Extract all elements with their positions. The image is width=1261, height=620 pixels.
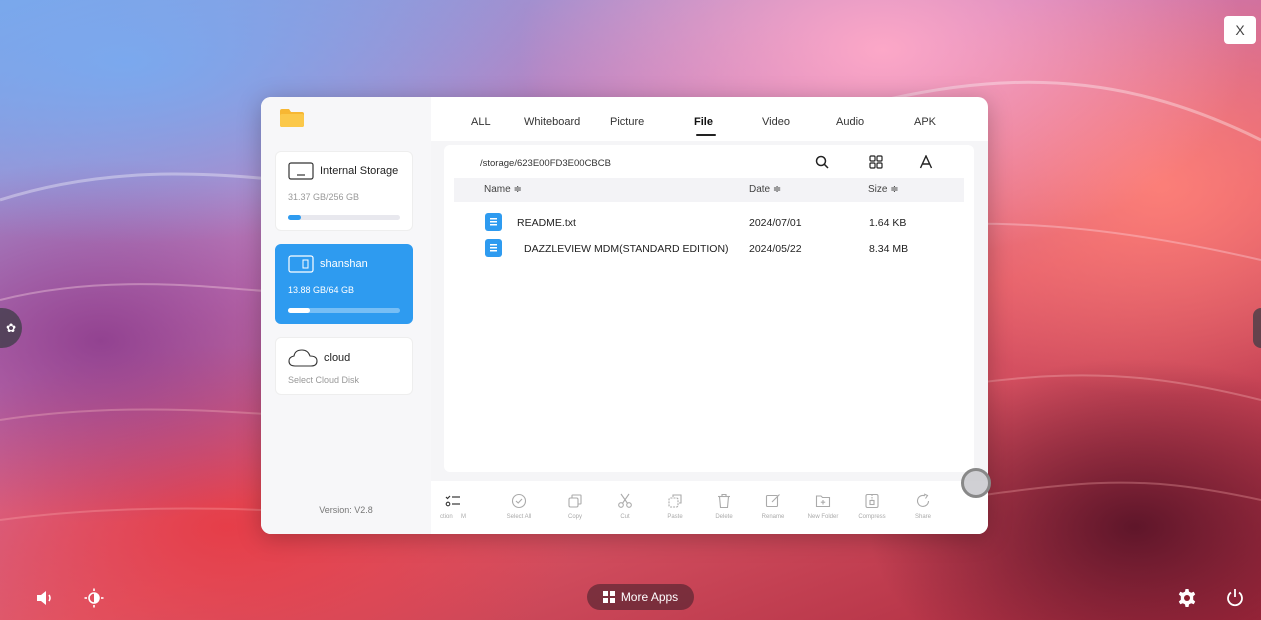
paste-label: Paste xyxy=(667,514,683,520)
rename-label: Rename xyxy=(761,514,785,520)
column-size[interactable]: Size ≑ xyxy=(868,184,899,195)
paste-icon xyxy=(668,494,682,508)
storage-card-usb[interactable]: shanshan 13.88 GB/64 GB xyxy=(275,244,413,324)
checklist-icon xyxy=(445,495,460,507)
share-icon xyxy=(916,493,930,507)
multi-select-label: ction xyxy=(439,514,453,520)
file-date: 2024/07/01 xyxy=(749,217,802,229)
view-grid-icon xyxy=(869,155,883,169)
multi-select-label-2: M xyxy=(461,514,467,520)
tab-all[interactable]: ALL xyxy=(471,116,491,128)
storage-card-internal[interactable]: Internal Storage 31.37 GB/256 GB xyxy=(275,151,413,231)
category-tabs: ALL Whiteboard Picture File Video Audio … xyxy=(431,97,988,141)
edit-icon xyxy=(765,494,780,508)
new-folder-label: New Folder xyxy=(807,514,839,520)
cut-label: Cut xyxy=(620,514,630,520)
gear-icon: ✿ xyxy=(5,321,17,335)
storage-usage: Select Cloud Disk xyxy=(288,375,360,385)
file-list-panel: /storage/623E00FD3E00CBCB Name ≑ Date ≑ … xyxy=(444,145,974,472)
search-button[interactable] xyxy=(811,151,833,173)
file-row[interactable]: DAZZLEVIEW MDM(STANDARD EDITION) 2024/05… xyxy=(454,237,964,261)
usb-drive-icon xyxy=(288,255,314,273)
scissors-icon xyxy=(618,493,632,508)
file-size: 8.34 MB xyxy=(869,243,909,255)
close-button[interactable]: X xyxy=(1224,16,1256,44)
check-circle-icon xyxy=(511,493,527,509)
document-icon xyxy=(485,239,502,257)
bottom-action-toolbar: ction M Select All Copy Cut Paste Delete… xyxy=(431,481,988,534)
storage-name: Internal Storage xyxy=(320,165,399,177)
font-icon xyxy=(919,155,933,169)
more-apps-button[interactable]: More Apps xyxy=(587,584,694,610)
speaker-icon[interactable] xyxy=(35,588,55,608)
storage-progress-bar xyxy=(288,215,400,220)
tab-file[interactable]: File xyxy=(694,116,713,128)
delete-button[interactable]: Delete xyxy=(702,493,746,520)
sort-button[interactable] xyxy=(915,151,937,173)
select-all-label: Select All xyxy=(506,514,532,520)
right-side-toolbar-handle[interactable] xyxy=(1253,308,1261,348)
cloud-icon xyxy=(288,349,318,367)
file-table-header: Name ≑ Date ≑ Size ≑ xyxy=(454,178,964,202)
file-size: 1.64 KB xyxy=(869,217,907,229)
more-apps-label: More Apps xyxy=(620,590,679,604)
column-date[interactable]: Date ≑ xyxy=(749,184,781,195)
document-icon xyxy=(485,213,502,231)
rename-button[interactable]: Rename xyxy=(751,493,795,520)
compress-button[interactable]: Compress xyxy=(850,493,894,520)
paste-button[interactable]: Paste xyxy=(653,493,697,520)
tab-video[interactable]: Video xyxy=(762,116,790,128)
copy-button[interactable]: Copy xyxy=(553,493,597,520)
folder-icon xyxy=(280,109,304,127)
current-path: /storage/623E00FD3E00CBCB xyxy=(480,158,611,169)
storage-usage: 13.88 GB/64 GB xyxy=(288,285,355,295)
storage-usage: 31.37 GB/256 GB xyxy=(288,192,360,202)
share-button[interactable]: Share xyxy=(901,493,945,520)
drive-icon xyxy=(288,162,314,180)
storage-sidebar: Internal Storage 31.37 GB/256 GB shansha… xyxy=(261,97,431,534)
tab-audio[interactable]: Audio xyxy=(836,116,864,128)
multi-select-button[interactable]: ction M xyxy=(431,493,475,520)
tab-picture[interactable]: Picture xyxy=(610,116,644,128)
new-folder-icon xyxy=(815,495,831,508)
file-name: README.txt xyxy=(517,217,576,229)
storage-card-cloud[interactable]: cloud Select Cloud Disk xyxy=(275,337,413,395)
floating-assistive-ball[interactable] xyxy=(961,468,991,498)
tab-apk[interactable]: APK xyxy=(914,116,936,128)
copy-label: Copy xyxy=(567,514,582,520)
power-icon[interactable] xyxy=(1225,588,1245,608)
active-tab-indicator xyxy=(696,134,716,136)
file-manager-window: Internal Storage 31.37 GB/256 GB shansha… xyxy=(261,97,988,534)
storage-name: cloud xyxy=(324,352,351,364)
view-mode-button[interactable] xyxy=(865,151,887,173)
version-label: Version: V2.8 xyxy=(319,505,373,515)
select-all-button[interactable]: Select All xyxy=(497,493,541,520)
search-icon xyxy=(815,155,829,169)
delete-label: Delete xyxy=(715,514,733,520)
tab-whiteboard[interactable]: Whiteboard xyxy=(524,116,580,128)
file-row[interactable]: README.txt 2024/07/01 1.64 KB xyxy=(454,211,964,235)
storage-name: shanshan xyxy=(320,258,368,270)
cut-button[interactable]: Cut xyxy=(603,493,647,520)
trash-icon xyxy=(718,493,730,509)
share-label: Share xyxy=(914,514,931,520)
archive-icon xyxy=(865,493,879,509)
grid-icon xyxy=(602,591,615,603)
new-folder-button[interactable]: New Folder xyxy=(801,493,845,520)
compress-label: Compress xyxy=(858,514,886,520)
file-name: DAZZLEVIEW MDM(STANDARD EDITION) xyxy=(524,243,729,255)
gear-icon[interactable] xyxy=(1177,588,1197,608)
file-date: 2024/05/22 xyxy=(749,243,802,255)
column-name[interactable]: Name ≑ xyxy=(484,184,522,195)
brightness-icon[interactable] xyxy=(84,588,104,608)
storage-progress-bar xyxy=(288,308,400,313)
copy-icon xyxy=(568,494,582,508)
